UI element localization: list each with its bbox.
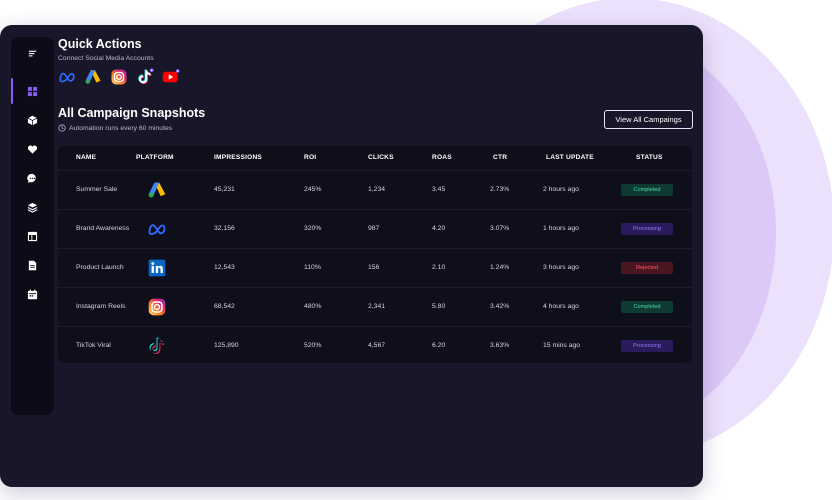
document-icon[interactable] [11,253,54,277]
campaign-name: TikTok Viral [76,342,111,349]
campaign-name: Product Launch [76,264,124,271]
instagram-icon [147,297,167,317]
ctr-value: 3.63% [490,342,510,349]
heart-icon[interactable] [11,137,54,161]
quick-actions-title: Quick Actions [58,37,142,51]
roi-value: 245% [304,186,322,193]
menu-icon[interactable] [11,41,54,65]
status-badge: Completed [621,184,673,196]
layout-icon[interactable] [11,224,54,248]
status-badge: Rejected [621,262,673,274]
campaign-name: Summer Sale [76,186,118,193]
impressions-value: 125,890 [214,342,239,349]
column-header-roas[interactable]: ROAS [432,154,452,161]
view-all-campaigns-button[interactable]: View All Campaings [604,110,693,129]
clicks-value: 156 [368,264,380,271]
status-badge: Completed [621,301,673,313]
social-connect-icons [58,68,180,86]
roi-value: 520% [304,342,322,349]
impressions-value: 12,543 [214,264,235,271]
last-update-value: 1 hours ago [543,225,579,232]
layers-icon[interactable] [11,195,54,219]
tiktok-icon [147,336,167,356]
last-update-value: 4 hours ago [543,303,579,310]
impressions-value: 32,156 [214,225,235,232]
column-header-impressions[interactable]: IMPRESSIONS [214,154,262,161]
roas-value: 6.20 [432,342,446,349]
table-row[interactable]: Summer Sale 45,231 245% 1,234 3.45 2.73%… [58,170,692,209]
roas-value: 3.45 [432,186,446,193]
table-row[interactable]: Product Launch 12,543 110% 156 2.10 1.24… [58,248,692,287]
instagram-icon[interactable] [110,68,128,86]
clicks-value: 4,567 [368,342,386,349]
status-badge: Processing [621,340,673,352]
calendar-icon[interactable] [11,282,54,306]
sidebar [11,37,54,415]
clicks-value: 2,341 [368,303,386,310]
roas-value: 5.80 [432,303,446,310]
snapshots-subtitle-row: Automation runs every 60 minutes [58,124,172,132]
snapshots-title: All Campaign Snapshots [58,106,206,120]
automation-note: Automation runs every 60 minutes [69,124,173,132]
main-content: Quick Actions Connect Social Media Accou… [58,25,703,487]
clicks-value: 987 [368,225,380,232]
campaign-name: Instagram Reels [76,303,126,310]
meta-icon[interactable] [58,68,76,86]
column-header-status[interactable]: STATUS [636,154,663,161]
impressions-value: 45,231 [214,186,235,193]
ctr-value: 3.07% [490,225,510,232]
ctr-value: 3.42% [490,303,510,310]
cube-icon[interactable] [11,108,54,132]
impressions-value: 68,542 [214,303,235,310]
quick-actions-subtitle: Connect Social Media Accounts [58,55,154,62]
column-header-roi[interactable]: ROI [304,154,316,161]
meta-icon [147,219,167,239]
roas-value: 4.20 [432,225,446,232]
column-header-clicks[interactable]: CLICKS [368,154,394,161]
last-update-value: 15 mins ago [543,342,581,349]
status-badge: Processing [621,223,673,235]
tiktok-icon[interactable] [136,68,154,86]
google-ads-icon [147,180,167,200]
campaign-name: Brand Awareness [76,225,130,232]
table-row[interactable]: Instagram Reels 68,542 480% 2,341 5.80 3… [58,287,692,326]
dashboard-icon[interactable] [11,79,54,103]
column-header-name[interactable]: NAME [76,154,96,161]
table-header: NAME PLATFORM IMPRESSIONS ROI CLICKS ROA… [58,146,692,170]
clock-icon [58,124,66,132]
clicks-value: 1,234 [368,186,386,193]
roi-value: 320% [304,225,322,232]
chat-icon[interactable] [11,166,54,190]
column-header-platform[interactable]: PLATFORM [136,154,174,161]
roi-value: 480% [304,303,322,310]
last-update-value: 2 hours ago [543,186,579,193]
ctr-value: 2.73% [490,186,510,193]
table-row[interactable]: Brand Awareness 32,156 320% 987 4.20 3.0… [58,209,692,248]
app-window: Quick Actions Connect Social Media Accou… [0,25,703,487]
table-row[interactable]: TikTok Viral 125,890 520% 4,567 6.20 3.6… [58,326,692,363]
column-header-ctr[interactable]: CTR [493,154,507,161]
column-header-last-update[interactable]: LAST UPDATE [546,154,594,161]
linkedin-icon [147,258,167,278]
roi-value: 110% [304,264,321,271]
ctr-value: 1.24% [490,264,510,271]
roas-value: 2.10 [432,264,446,271]
campaign-table: NAME PLATFORM IMPRESSIONS ROI CLICKS ROA… [58,146,692,363]
last-update-value: 3 hours ago [543,264,579,271]
youtube-icon[interactable] [162,68,180,86]
google-ads-icon[interactable] [84,68,102,86]
